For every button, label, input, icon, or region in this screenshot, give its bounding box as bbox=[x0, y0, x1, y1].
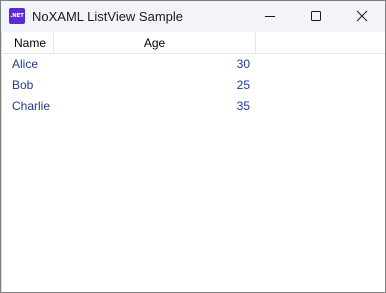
minimize-button[interactable] bbox=[247, 1, 293, 32]
maximize-button[interactable] bbox=[293, 1, 339, 32]
close-button[interactable] bbox=[339, 1, 385, 32]
list-item[interactable]: Bob 25 bbox=[2, 75, 385, 96]
people-listview[interactable]: Name Age Alice 30 Bob 25 Charlie 35 bbox=[1, 32, 385, 292]
maximize-icon bbox=[311, 11, 321, 21]
cell-age: 25 bbox=[236, 78, 250, 92]
list-item[interactable]: Alice 30 bbox=[2, 54, 385, 75]
cell-name: Charlie bbox=[12, 99, 51, 113]
column-header-age[interactable]: Age bbox=[54, 33, 256, 53]
cell-age: 35 bbox=[236, 99, 250, 113]
column-header-filler bbox=[256, 33, 385, 53]
close-icon bbox=[356, 10, 368, 22]
minimize-icon bbox=[265, 16, 275, 17]
listview-header: Name Age bbox=[2, 33, 385, 54]
list-item[interactable]: Charlie 35 bbox=[2, 96, 385, 117]
title-bar[interactable]: .NET NoXAML ListView Sample bbox=[1, 1, 385, 32]
cell-age: 30 bbox=[236, 57, 250, 71]
listview-rows: Alice 30 Bob 25 Charlie 35 bbox=[2, 54, 385, 117]
app-window: .NET NoXAML ListView Sample Name Age Ali… bbox=[0, 0, 386, 293]
dotnet-app-icon: .NET bbox=[9, 8, 25, 24]
column-header-name[interactable]: Name bbox=[2, 33, 54, 53]
cell-name: Alice bbox=[12, 57, 39, 71]
window-title: NoXAML ListView Sample bbox=[32, 9, 184, 24]
cell-name: Bob bbox=[12, 78, 34, 92]
